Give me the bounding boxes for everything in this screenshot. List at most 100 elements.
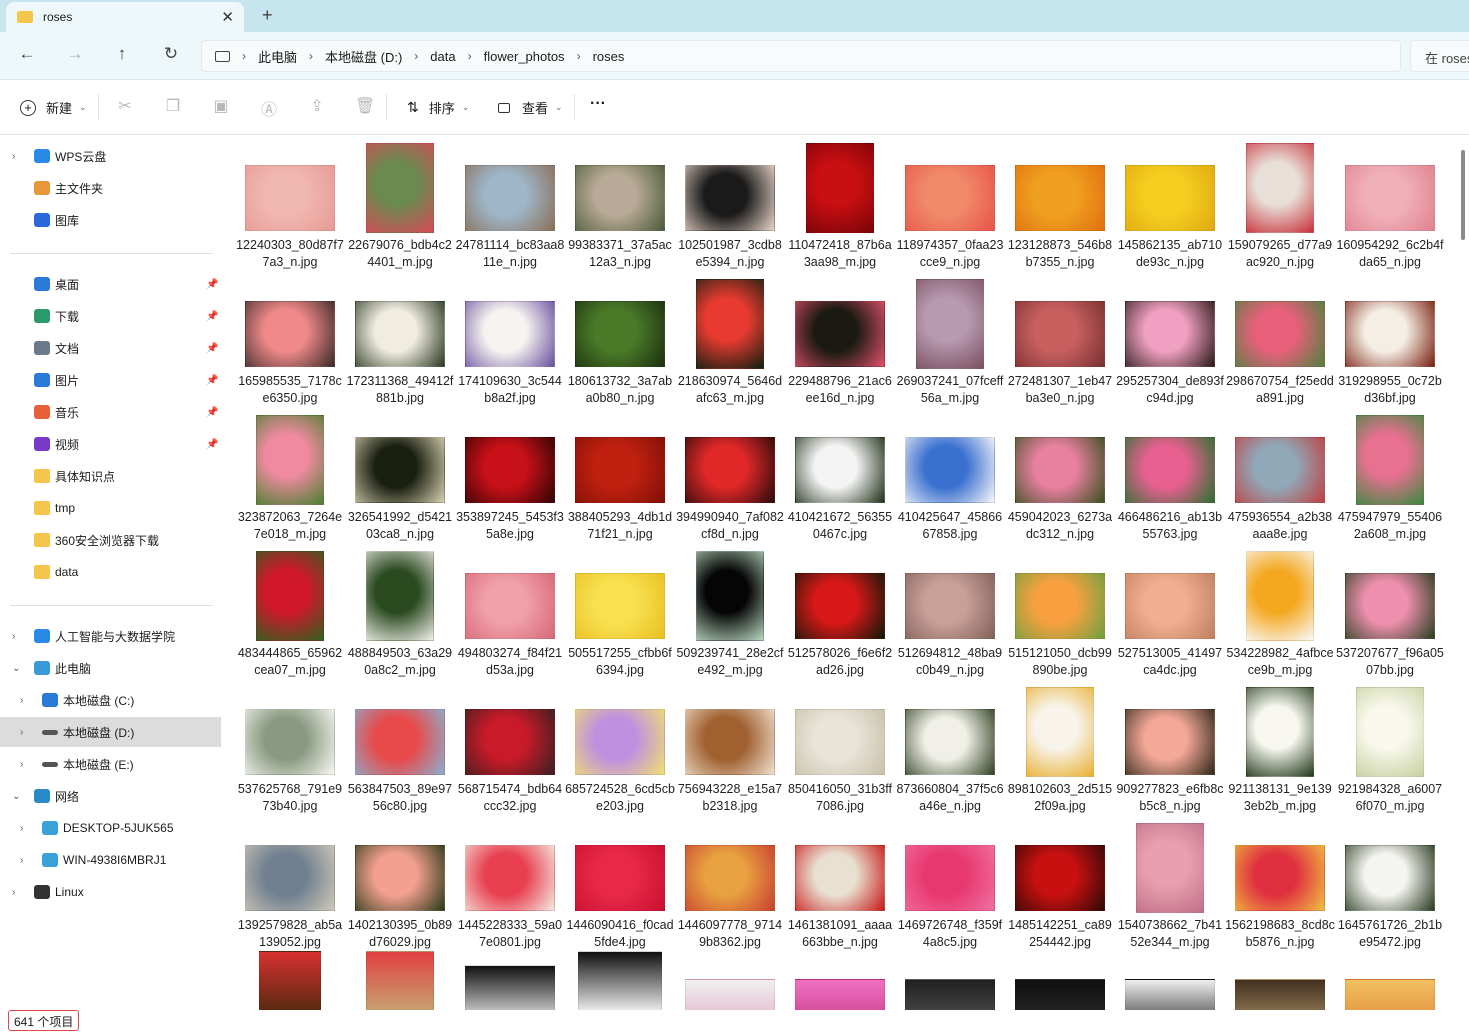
file-item[interactable]: 483444865_65962cea07_m.jpg — [235, 551, 345, 687]
image-thumbnail[interactable] — [1015, 573, 1105, 639]
image-thumbnail[interactable] — [1345, 301, 1435, 367]
pin-icon[interactable]: 📌 — [206, 279, 218, 290]
image-thumbnail[interactable] — [1026, 687, 1094, 777]
image-thumbnail[interactable] — [1125, 709, 1215, 775]
file-item[interactable]: 110472418_87b6a3aa98_m.jpg — [785, 143, 895, 279]
image-thumbnail[interactable] — [1356, 415, 1424, 505]
file-item[interactable]: 326541992_d542103ca8_n.jpg — [345, 415, 455, 551]
file-item[interactable]: 921984328_a60076f070_m.jpg — [1335, 687, 1445, 823]
image-thumbnail[interactable] — [905, 573, 995, 639]
file-item[interactable]: 123128873_546b8b7355_n.jpg — [1005, 143, 1115, 279]
image-thumbnail[interactable] — [1015, 301, 1105, 367]
file-item[interactable]: 319298955_0c72bd36bf.jpg — [1335, 279, 1445, 415]
file-item[interactable]: 873660804_37f5c6a46e_n.jpg — [895, 687, 1005, 823]
file-item[interactable]: 475936554_a2b38aaa8e.jpg — [1225, 415, 1335, 551]
monitor-icon[interactable] — [215, 50, 230, 62]
breadcrumb-flower-photos[interactable]: flower_photos — [484, 49, 565, 64]
file-item[interactable]: 269037241_07fceff56a_m.jpg — [895, 279, 1005, 415]
image-thumbnail[interactable] — [685, 845, 775, 911]
chevron-down-icon[interactable]: ⌄ — [12, 663, 20, 674]
file-item[interactable]: 174109630_3c544b8a2f.jpg — [455, 279, 565, 415]
image-thumbnail[interactable] — [355, 709, 445, 775]
file-item[interactable]: 537207677_f96a0507bb.jpg — [1335, 551, 1445, 687]
file-item[interactable]: 159079265_d77a9ac920_n.jpg — [1225, 143, 1335, 279]
file-item[interactable]: 229488796_21ac6ee16d_n.jpg — [785, 279, 895, 415]
forward-arrow-icon[interactable]: → — [63, 44, 87, 64]
scrollbar[interactable] — [1461, 150, 1465, 240]
file-item[interactable]: 1562198683_8cd8cb5876_n.jpg — [1225, 823, 1335, 959]
file-item[interactable]: 118974357_0faa23cce9_n.jpg — [895, 143, 1005, 279]
file-item[interactable]: 99383371_37a5ac12a3_n.jpg — [565, 143, 675, 279]
rename-icon[interactable]: Ⓐ — [259, 96, 279, 120]
sidebar-item-windows-drive[interactable]: › 本地磁盘 (C:) — [0, 685, 221, 715]
sidebar-item-gallery[interactable]: 图库 — [0, 205, 221, 235]
sidebar-item-video[interactable]: 视频 📌 — [0, 429, 221, 459]
image-thumbnail[interactable] — [465, 165, 555, 231]
file-item[interactable]: 24781114_bc83aa811e_n.jpg — [455, 143, 565, 279]
chevron-right-icon[interactable]: › — [577, 49, 581, 63]
search-input[interactable]: 在 roses 中搜索 — [1410, 40, 1469, 72]
file-item[interactable]: 388405293_4db1d71f21_n.jpg — [565, 415, 675, 551]
sidebar-item-picture[interactable]: 图片 📌 — [0, 365, 221, 395]
chevron-right-icon[interactable]: › — [12, 151, 15, 162]
image-thumbnail[interactable] — [696, 551, 764, 641]
file-item[interactable]: 394990940_7af082cf8d_n.jpg — [675, 415, 785, 551]
image-thumbnail[interactable] — [1235, 845, 1325, 911]
image-thumbnail[interactable] — [1235, 301, 1325, 367]
share-icon[interactable]: ⇪ — [307, 96, 327, 116]
file-item[interactable]: 568715474_bdb64ccc32.jpg — [455, 687, 565, 823]
sidebar-item-cloud-folder[interactable]: › 人工智能与大数据学院 — [0, 621, 221, 651]
file-item[interactable]: 1402130395_0b89d76029.jpg — [345, 823, 455, 959]
image-thumbnail[interactable] — [1125, 573, 1215, 639]
image-thumbnail[interactable] — [1015, 437, 1105, 503]
address-bar[interactable]: › 此电脑 › 本地磁盘 (D:) › data › flower_photos… — [201, 40, 1401, 72]
file-item[interactable]: 1446097778_97149b8362.jpg — [675, 823, 785, 959]
image-thumbnail[interactable] — [575, 709, 665, 775]
view-button[interactable]: 查看 ⌄ — [498, 98, 563, 117]
image-thumbnail[interactable] — [256, 415, 324, 505]
chevron-right-icon[interactable]: › — [20, 855, 23, 866]
image-thumbnail[interactable] — [1235, 979, 1325, 1010]
image-thumbnail[interactable] — [575, 845, 665, 911]
chevron-right-icon[interactable]: › — [20, 695, 23, 706]
image-thumbnail[interactable] — [1125, 301, 1215, 367]
file-item[interactable]: 1446090416_f0cad5fde4.jpg — [565, 823, 675, 959]
file-item[interactable]: 160954292_6c2b4fda65_n.jpg — [1335, 143, 1445, 279]
image-thumbnail[interactable] — [465, 437, 555, 503]
chevron-right-icon[interactable]: › — [468, 49, 472, 63]
breadcrumb-data[interactable]: data — [430, 49, 455, 64]
image-thumbnail[interactable] — [1246, 551, 1314, 641]
chevron-down-icon[interactable]: ⌄ — [12, 791, 20, 802]
image-thumbnail[interactable] — [366, 551, 434, 641]
file-item[interactable]: 1445228333_59a07e0801.jpg — [455, 823, 565, 959]
image-thumbnail[interactable] — [795, 437, 885, 503]
image-thumbnail[interactable] — [575, 165, 665, 231]
chevron-right-icon[interactable]: › — [309, 49, 313, 63]
image-thumbnail[interactable] — [795, 573, 885, 639]
chevron-right-icon[interactable]: › — [12, 887, 15, 898]
image-thumbnail[interactable] — [575, 437, 665, 503]
file-item[interactable]: 512694812_48ba9c0b49_n.jpg — [895, 551, 1005, 687]
sidebar-item-desktop[interactable]: 桌面 📌 — [0, 269, 221, 299]
image-thumbnail[interactable] — [355, 301, 445, 367]
image-thumbnail[interactable] — [905, 437, 995, 503]
image-thumbnail[interactable] — [905, 165, 995, 231]
file-item[interactable]: 563847503_89e9756c80.jpg — [345, 687, 455, 823]
file-item[interactable]: 22679076_bdb4c24401_m.jpg — [345, 143, 455, 279]
file-item[interactable]: 509239741_28e2cfe492_m.jpg — [675, 551, 785, 687]
image-thumbnail[interactable] — [355, 437, 445, 503]
sidebar-item-cloud[interactable]: › WPS云盘 — [0, 141, 221, 171]
image-thumbnail[interactable] — [795, 979, 885, 1010]
file-item[interactable]: 172311368_49412f881b.jpg — [345, 279, 455, 415]
sidebar-item-music[interactable]: 音乐 📌 — [0, 397, 221, 427]
file-item[interactable]: 921138131_9e1393eb2b_m.jpg — [1225, 687, 1335, 823]
file-item[interactable]: 459042023_6273adc312_n.jpg — [1005, 415, 1115, 551]
file-item[interactable]: 410425647_4586667858.jpg — [895, 415, 1005, 551]
image-thumbnail[interactable] — [1235, 437, 1325, 503]
image-thumbnail[interactable] — [1125, 165, 1215, 231]
sidebar-item-network[interactable]: ⌄ 网络 — [0, 781, 221, 811]
file-item[interactable]: 909277823_e6fb8cb5c8_n.jpg — [1115, 687, 1225, 823]
sidebar-item-folder[interactable]: 360安全浏览器下载 — [0, 525, 221, 555]
image-thumbnail[interactable] — [465, 709, 555, 775]
chevron-right-icon[interactable]: › — [20, 823, 23, 834]
